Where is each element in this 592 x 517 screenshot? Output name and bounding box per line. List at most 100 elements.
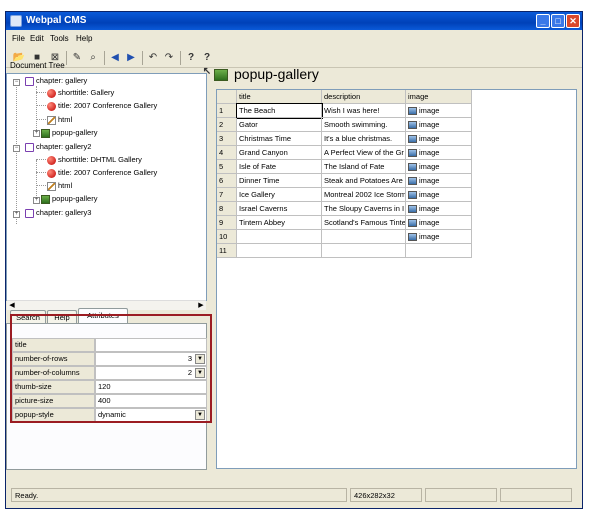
image-cell[interactable]: image (406, 146, 472, 160)
minimize-icon[interactable]: _ (536, 14, 550, 28)
status-bar: Ready. 426x282x32 (5, 486, 583, 504)
collapse-icon[interactable]: − (13, 145, 20, 152)
tree-node[interactable]: popup-gallery (41, 128, 97, 138)
image-cell[interactable]: image (406, 174, 472, 188)
book-icon (25, 76, 34, 86)
menu-tools[interactable]: Tools (50, 34, 69, 43)
description-cell[interactable]: Steak and Potatoes Are (322, 174, 406, 188)
status-text: Ready. (11, 488, 347, 502)
image-cell[interactable]: image (406, 230, 472, 244)
menu-bar: File Edit Tools Help (6, 32, 582, 46)
column-header[interactable]: image (406, 90, 472, 104)
bullet-icon (47, 101, 56, 111)
description-cell[interactable]: Montreal 2002 Ice Storm (322, 188, 406, 202)
title-cell[interactable] (237, 230, 322, 244)
row-number: 9 (217, 216, 237, 230)
status-size: 426x282x32 (350, 488, 422, 502)
close-icon[interactable]: ✕ (566, 14, 580, 28)
image-cell[interactable]: image (406, 188, 472, 202)
description-cell[interactable]: The Island of Fate (322, 160, 406, 174)
title-cell[interactable] (237, 244, 322, 258)
title-cell[interactable]: Gator (237, 118, 322, 132)
menu-edit[interactable]: Edit (30, 34, 44, 43)
window-title: Webpal CMS (26, 15, 87, 26)
title-cell[interactable]: Grand Canyon (237, 146, 322, 160)
description-cell[interactable]: Smooth swimming. (322, 118, 406, 132)
description-cell[interactable]: Wish I was here! (322, 104, 406, 118)
document-tree[interactable]: − chapter: gallery shorttitle: Gallery t… (6, 73, 207, 310)
row-number: 8 (217, 202, 237, 216)
gallery-icon (214, 69, 228, 82)
image-icon (408, 107, 417, 116)
image-cell[interactable] (406, 244, 472, 258)
image-label: image (419, 204, 440, 213)
expand-icon[interactable]: + (33, 130, 40, 137)
row-number: 5 (217, 160, 237, 174)
gallery-icon (41, 194, 50, 204)
image-cell[interactable]: image (406, 160, 472, 174)
title-cell[interactable]: Dinner Time (237, 174, 322, 188)
tree-node[interactable]: html (47, 181, 72, 191)
gallery-table: title description image 1 The Beach Wish I wa… (216, 89, 577, 469)
image-icon (408, 233, 417, 242)
tree-node[interactable]: chapter: gallery (25, 76, 87, 86)
image-label: image (419, 218, 440, 227)
column-header[interactable]: title (237, 90, 322, 104)
description-cell[interactable]: The Sloupy Caverns in I (322, 202, 406, 216)
title-cell[interactable]: Isle of Fate (237, 160, 322, 174)
gallery-icon (41, 128, 50, 138)
expand-icon[interactable]: + (13, 211, 20, 218)
image-label: image (419, 232, 440, 241)
image-label: image (419, 190, 440, 199)
tree-node[interactable]: chapter: gallery3 (25, 208, 91, 218)
app-icon (10, 15, 22, 27)
page: Webpal CMS _ □ ✕ File Edit Tools Help 📂 … (0, 0, 592, 517)
description-cell[interactable]: A Perfect View of the Gr (322, 146, 406, 160)
menu-help[interactable]: Help (76, 34, 92, 43)
image-icon (408, 205, 417, 214)
bullet-icon (47, 88, 56, 98)
bullet-icon (47, 168, 56, 178)
description-cell[interactable] (322, 230, 406, 244)
title-cell[interactable]: Christmas Time (237, 132, 322, 146)
corner-cell (217, 90, 237, 104)
tree-node[interactable]: chapter: gallery2 (25, 142, 91, 152)
image-cell[interactable]: image (406, 132, 472, 146)
image-icon (408, 135, 417, 144)
image-cell[interactable]: image (406, 216, 472, 230)
book-icon (25, 142, 34, 152)
menu-file[interactable]: File (12, 34, 25, 43)
maximize-icon[interactable]: □ (551, 14, 565, 28)
image-label: image (419, 134, 440, 143)
column-header[interactable]: description (322, 90, 406, 104)
row-number: 2 (217, 118, 237, 132)
image-cell[interactable]: image (406, 202, 472, 216)
highlight-box (10, 314, 212, 423)
book-icon (25, 208, 34, 218)
description-cell[interactable] (322, 244, 406, 258)
row-number: 3 (217, 132, 237, 146)
description-cell[interactable]: Scotland's Famous Tinte (322, 216, 406, 230)
image-icon (408, 149, 417, 158)
tree-node[interactable]: popup-gallery (41, 194, 97, 204)
title-cell[interactable]: The Beach (236, 103, 323, 119)
title-cell[interactable]: Tintern Abbey (237, 216, 322, 230)
title-cell[interactable]: Israel Caverns (237, 202, 322, 216)
image-label: image (419, 162, 440, 171)
tree-node[interactable]: html (47, 115, 72, 125)
tree-node[interactable]: title: 2007 Conference Gallery (47, 168, 157, 178)
image-cell[interactable]: image (406, 118, 472, 132)
row-number: 10 (217, 230, 237, 244)
title-cell[interactable]: Ice Gallery (237, 188, 322, 202)
image-cell[interactable]: image (406, 104, 472, 118)
description-cell[interactable]: It's a blue christmas. (322, 132, 406, 146)
pen-icon (47, 115, 56, 125)
expand-icon[interactable]: + (33, 197, 40, 204)
tree-node[interactable]: shorttitle: Gallery (47, 88, 114, 98)
tree-node[interactable]: title: 2007 Conference Gallery (47, 101, 157, 111)
image-icon (408, 177, 417, 186)
collapse-icon[interactable]: − (13, 79, 20, 86)
tree-node[interactable]: shorttitle: DHTML Gallery (47, 155, 142, 165)
pen-icon (47, 181, 56, 191)
image-label: image (419, 106, 440, 115)
